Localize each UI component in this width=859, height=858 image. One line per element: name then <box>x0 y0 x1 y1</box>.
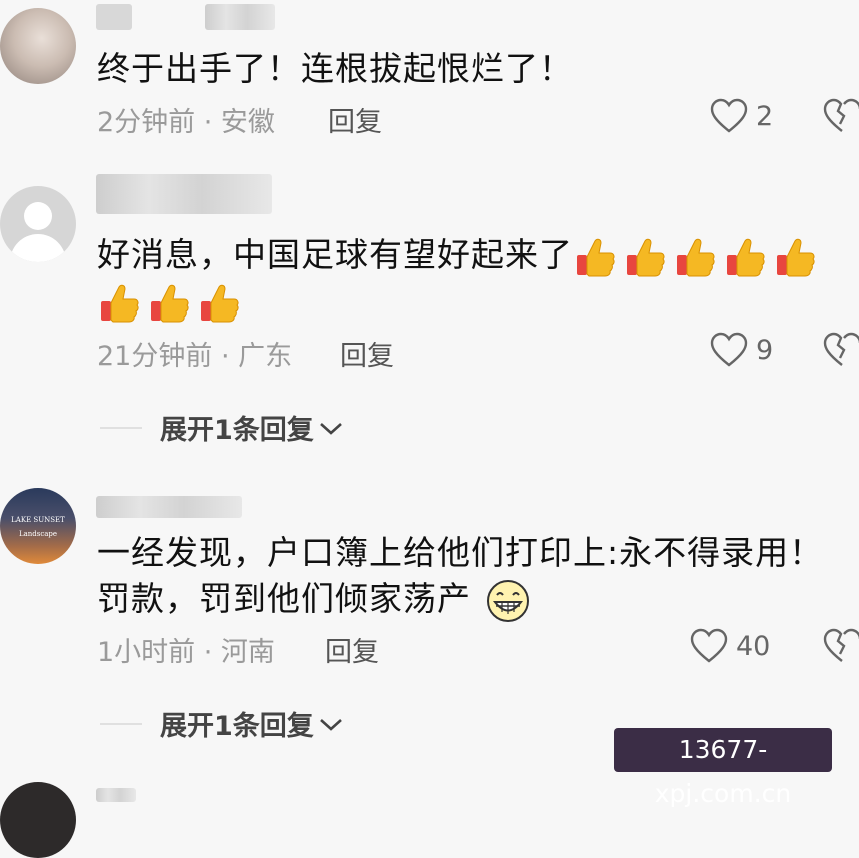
comment-meta: 21分钟前 · 广东 <box>97 341 293 372</box>
reply-button[interactable]: 回复 <box>328 100 382 139</box>
thumbs-up-icon <box>151 284 189 322</box>
thumbs-up-emoji-group <box>573 235 823 276</box>
comment-text-line: 罚款，罚到他们倾家荡产 <box>97 579 471 618</box>
comment-text-line: 一经发现，户口簿上给他们打印上:永不得录用！ <box>97 533 824 572</box>
thumbs-up-icon <box>201 284 239 322</box>
divider <box>100 426 142 429</box>
expand-replies-button[interactable]: 展开1条回复 <box>100 408 344 447</box>
chevron-down-icon <box>319 718 342 731</box>
username-redacted[interactable] <box>96 4 132 30</box>
avatar[interactable]: LAKE SUNSET Landscape <box>0 488 76 564</box>
thumbs-up-icon <box>577 238 615 276</box>
comment-text: 终于出手了！连根拔起恨烂了！ <box>97 49 573 88</box>
divider <box>100 722 142 725</box>
avatar[interactable] <box>0 186 76 262</box>
expand-replies-button[interactable]: 展开1条回复 <box>100 704 344 743</box>
avatar[interactable] <box>0 782 76 858</box>
thumbs-up-emoji-group <box>97 276 247 326</box>
comment-meta: 1小时前 · 河南 <box>97 637 275 668</box>
broken-heart-icon[interactable] <box>822 332 859 368</box>
comment-text: 罚款，罚到他们倾家荡产 <box>97 574 537 624</box>
comment-meta: 2分钟前 · 安徽 <box>97 107 275 138</box>
broken-heart-icon[interactable] <box>822 98 859 134</box>
reply-button[interactable]: 回复 <box>340 334 394 373</box>
avatar[interactable] <box>0 8 76 84</box>
like-count: 40 <box>736 630 771 662</box>
username-redacted[interactable] <box>96 496 242 518</box>
username-redacted[interactable] <box>205 4 275 30</box>
grinning-face-icon <box>486 579 529 622</box>
thumbs-up-icon <box>777 238 815 276</box>
watermark: 13677-xpj.com.cn <box>614 728 832 808</box>
comment-text-line: 好消息，中国足球有望好起来了 <box>97 235 573 274</box>
thumbs-up-icon <box>101 284 139 322</box>
reply-button[interactable]: 回复 <box>325 630 379 669</box>
broken-heart-icon[interactable] <box>822 628 859 664</box>
like-button[interactable]: 40 <box>690 628 770 664</box>
username-redacted[interactable] <box>96 174 272 214</box>
heart-icon <box>690 628 728 663</box>
like-button[interactable]: 2 <box>710 98 773 134</box>
thumbs-up-icon <box>727 238 765 276</box>
comment-text: 好消息，中国足球有望好起来了 <box>97 230 823 280</box>
like-count: 2 <box>756 100 774 132</box>
chevron-down-icon <box>319 422 342 435</box>
heart-icon <box>710 98 748 133</box>
heart-icon <box>710 332 748 367</box>
thumbs-up-icon <box>677 238 715 276</box>
like-count: 9 <box>756 334 774 366</box>
expand-replies-label: 展开1条回复 <box>160 415 314 446</box>
thumbs-up-icon <box>627 238 665 276</box>
like-button[interactable]: 9 <box>710 332 773 368</box>
expand-replies-label: 展开1条回复 <box>160 711 314 742</box>
